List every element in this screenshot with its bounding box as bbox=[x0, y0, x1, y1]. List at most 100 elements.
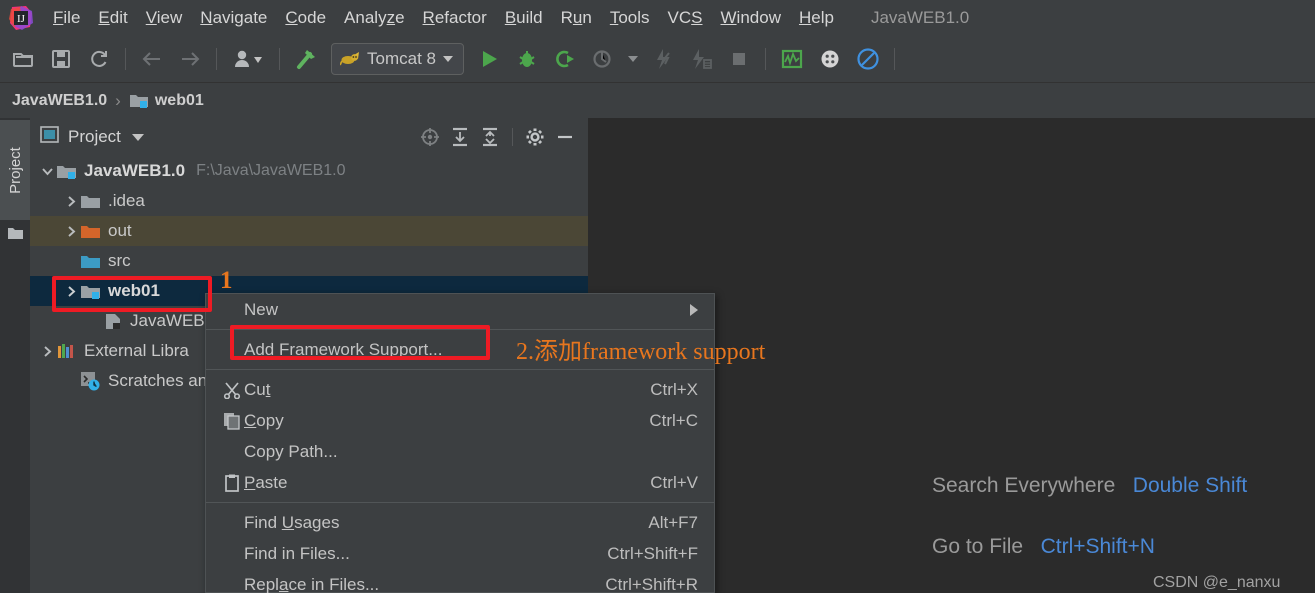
context-menu-item-shortcut: Ctrl+C bbox=[649, 410, 698, 430]
context-menu-item-label: Copy bbox=[244, 410, 284, 430]
folder-icon[interactable] bbox=[7, 226, 24, 246]
tree-label: web01 bbox=[108, 281, 160, 300]
collapse-all-icon[interactable] bbox=[477, 124, 503, 150]
intellij-idea-window: IJ File Edit View Navigate Code Analyze … bbox=[0, 0, 1315, 593]
arrow-right-icon[interactable] bbox=[174, 43, 206, 75]
hot-swap-icon[interactable] bbox=[647, 43, 679, 75]
breadcrumb-project[interactable]: JavaWEB1.0 bbox=[12, 92, 107, 110]
chevron-down-icon[interactable] bbox=[38, 156, 56, 186]
menu-item-view[interactable]: View bbox=[137, 0, 192, 35]
attach-profiler-icon[interactable] bbox=[587, 43, 619, 75]
debug-bug-icon[interactable] bbox=[511, 43, 543, 75]
menu-item-tools[interactable]: Tools bbox=[601, 0, 659, 35]
menu-divider bbox=[206, 329, 714, 330]
tree-label: External Libra bbox=[84, 341, 189, 360]
module-folder-icon bbox=[56, 163, 77, 180]
project-view-icon bbox=[40, 125, 59, 149]
annotation-step-2: 2.添加framework support bbox=[516, 339, 766, 365]
run-configuration-selector[interactable]: Tomcat 8 bbox=[331, 42, 464, 75]
context-menu-item-label: Add Framework Support... bbox=[244, 339, 443, 359]
chevron-right-icon[interactable] bbox=[38, 336, 56, 366]
menu-item-navigate[interactable]: Navigate bbox=[191, 0, 276, 35]
no-entry-icon[interactable] bbox=[852, 43, 884, 75]
paste-clipboard-icon bbox=[220, 474, 244, 492]
chevron-down-icon[interactable] bbox=[131, 133, 144, 141]
context-menu-item-label: Paste bbox=[244, 472, 288, 492]
update-running-app-icon[interactable] bbox=[685, 43, 717, 75]
context-menu-item-copy-path[interactable]: Copy Path... bbox=[206, 436, 714, 467]
iml-file-icon bbox=[104, 312, 123, 331]
context-menu-item-label: Replace in Files... bbox=[244, 574, 380, 593]
run-configuration-label: Tomcat 8 bbox=[367, 48, 436, 68]
menu-item-build[interactable]: Build bbox=[496, 0, 552, 35]
folder-icon bbox=[80, 193, 101, 210]
arrow-left-icon[interactable] bbox=[136, 43, 168, 75]
svg-text:IJ: IJ bbox=[17, 13, 26, 25]
tree-row-javaweb1[interactable]: JavaWEB1.0 F:\Java\JavaWEB1.0 bbox=[30, 156, 588, 186]
run-coverage-icon[interactable] bbox=[549, 43, 581, 75]
context-menu-item-label: Cut bbox=[244, 379, 271, 399]
sidebar-item-project[interactable]: Project bbox=[0, 120, 30, 220]
menu-item-help[interactable]: Help bbox=[790, 0, 843, 35]
menu-item-code[interactable]: Code bbox=[276, 0, 335, 35]
context-menu-item-label: Copy Path... bbox=[244, 441, 338, 461]
open-folder-icon[interactable] bbox=[7, 43, 39, 75]
tree-label: .idea bbox=[108, 191, 145, 210]
folder-excluded-icon bbox=[80, 223, 101, 240]
context-menu-item-label: New bbox=[244, 299, 279, 319]
hide-panel-icon[interactable] bbox=[552, 124, 578, 150]
chevron-down-icon[interactable] bbox=[625, 43, 641, 75]
context-menu-item-replace-in-files[interactable]: Replace in Files... Ctrl+Shift+R bbox=[206, 569, 714, 593]
menu-item-window[interactable]: Window bbox=[712, 0, 790, 35]
context-menu-item-cut[interactable]: Cut Ctrl+X bbox=[206, 374, 714, 405]
module-folder-icon bbox=[80, 283, 101, 300]
profiler-graph-icon[interactable] bbox=[776, 43, 808, 75]
context-menu-item-paste[interactable]: Paste Ctrl+V bbox=[206, 467, 714, 498]
menu-item-analyze[interactable]: Analyze bbox=[335, 0, 414, 35]
project-panel-title: Project bbox=[68, 127, 121, 146]
copy-icon bbox=[220, 412, 244, 430]
chevron-right-icon[interactable] bbox=[62, 216, 80, 246]
scratches-icon bbox=[80, 371, 101, 391]
user-profile-icon[interactable] bbox=[227, 43, 269, 75]
hint-search-everywhere-shortcut: Double Shift bbox=[1132, 474, 1248, 497]
context-menu-item-find-usages[interactable]: Find Usages Alt+F7 bbox=[206, 507, 714, 538]
context-menu-item-find-in-files[interactable]: Find in Files... Ctrl+Shift+F bbox=[206, 538, 714, 569]
context-menu-item-new[interactable]: New bbox=[206, 294, 714, 325]
chevron-down-icon bbox=[442, 55, 453, 62]
tree-row-out[interactable]: out bbox=[30, 216, 588, 246]
module-folder-icon bbox=[129, 92, 149, 109]
menu-item-run[interactable]: Run bbox=[552, 0, 601, 35]
menu-item-refactor[interactable]: Refactor bbox=[414, 0, 496, 35]
intellij-idea-logo-icon: IJ bbox=[8, 5, 34, 31]
menu-item-edit[interactable]: Edit bbox=[89, 0, 136, 35]
menu-item-file[interactable]: File bbox=[44, 0, 89, 35]
run-play-icon[interactable] bbox=[473, 43, 505, 75]
stop-square-icon[interactable] bbox=[723, 43, 755, 75]
refresh-icon[interactable] bbox=[83, 43, 115, 75]
tree-row-src[interactable]: src bbox=[30, 246, 588, 276]
toolbar-divider bbox=[893, 47, 895, 70]
save-all-icon[interactable] bbox=[45, 43, 77, 75]
toolbar-divider bbox=[764, 47, 766, 70]
tree-label: JavaWEB1.0 bbox=[84, 161, 186, 180]
tree-row-idea[interactable]: .idea bbox=[30, 186, 588, 216]
menu-bar: IJ File Edit View Navigate Code Analyze … bbox=[0, 0, 1315, 35]
toolbar-divider bbox=[216, 47, 217, 70]
breadcrumb-module[interactable]: web01 bbox=[155, 92, 204, 110]
expand-all-icon[interactable] bbox=[447, 124, 473, 150]
tree-label: src bbox=[108, 251, 131, 270]
settings-dots-icon[interactable] bbox=[814, 43, 846, 75]
hint-go-to-file-shortcut: Ctrl+Shift+N bbox=[1040, 535, 1155, 558]
hammer-icon[interactable] bbox=[290, 43, 322, 75]
settings-gear-icon[interactable] bbox=[522, 124, 548, 150]
chevron-right-icon[interactable] bbox=[62, 186, 80, 216]
watermark: CSDN @e_nanxu bbox=[1153, 574, 1281, 591]
context-menu-item-copy[interactable]: Copy Ctrl+C bbox=[206, 405, 714, 436]
chevron-right-icon[interactable] bbox=[62, 276, 80, 306]
menu-item-vcs[interactable]: VCS bbox=[659, 0, 712, 35]
scroll-from-source-icon[interactable] bbox=[417, 124, 443, 150]
left-tool-stripe: Project bbox=[0, 118, 30, 593]
menu-divider bbox=[206, 369, 714, 370]
panel-divider bbox=[512, 128, 513, 146]
